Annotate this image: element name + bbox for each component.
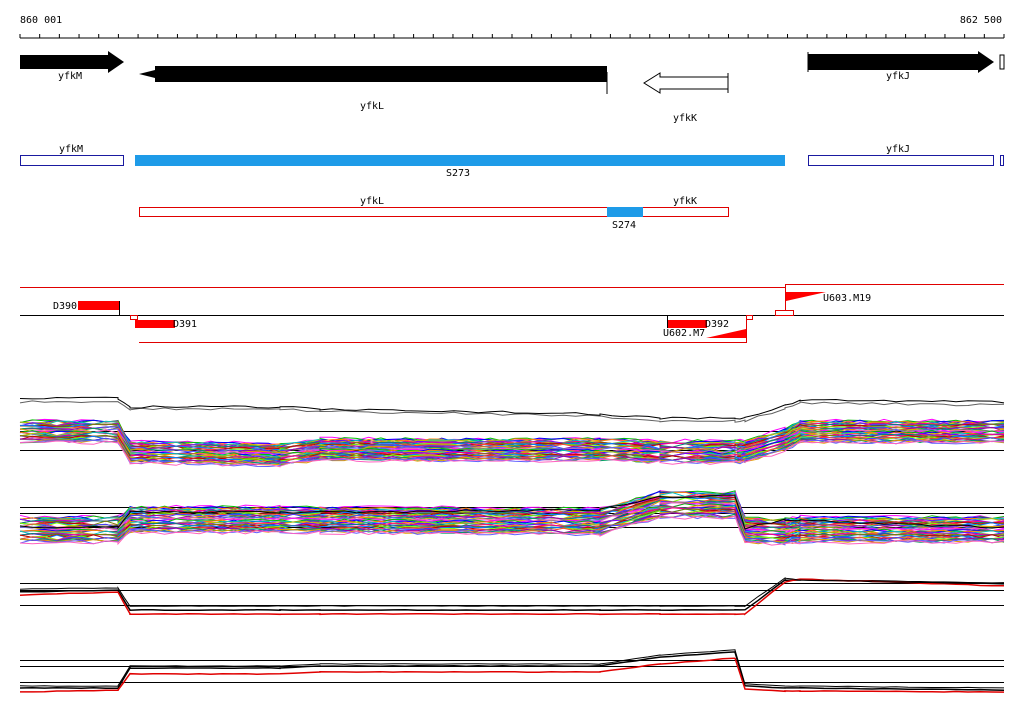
annotation-row-1[interactable]: yfkM S273 yfkJ [20, 144, 1004, 179]
gene-label-yfkK: yfkK [673, 113, 697, 124]
feature-D392-notch [746, 315, 753, 320]
feature-D391-notch [130, 315, 138, 320]
annotation-box-yfkJ[interactable] [808, 155, 994, 166]
flag-U603.M19[interactable] [786, 292, 826, 301]
flag-U602.M7[interactable] [706, 329, 746, 338]
feature-D392[interactable] [668, 320, 707, 328]
ruler-end-label: 862 500 [960, 15, 1002, 26]
feature-track[interactable]: D390 D391 D392 U602.M7 U603.M19 [20, 284, 1004, 343]
feature-label-D391: D391 [173, 319, 197, 330]
annotation-label-yfkJ: yfkJ [886, 144, 910, 155]
feature-D390[interactable] [78, 301, 119, 310]
expression-panel-4 [19, 649, 1005, 693]
annotation-row-2[interactable]: yfkL yfkK S274 [139, 196, 729, 231]
annotation-label-yfkM: yfkM [59, 144, 83, 155]
feature-D391[interactable] [135, 320, 175, 328]
coordinate-ruler: 860 001 862 500 [19, 15, 1005, 39]
gene-arrow-yfkM[interactable] [20, 51, 124, 73]
gene-track[interactable]: yfkM yfkL yfkK yfkJ [20, 51, 1005, 124]
feature-label-U602.M7: U602.M7 [663, 328, 705, 339]
expression-trace-highlight [19, 578, 1004, 616]
genome-browser-view: 860 001 862 500 yfkM yfkL yfkK yfkJ yfkM… [19, 15, 1005, 693]
gene-arrow-yfkK[interactable] [643, 72, 729, 94]
gene-label-yfkL: yfkL [360, 101, 384, 112]
expression-trace-highlight [20, 657, 1005, 693]
gene-label-yfkM: yfkM [58, 71, 82, 82]
annotation-label-yfkL: yfkL [360, 196, 384, 207]
ruler-ticks [19, 34, 1005, 38]
annotation-box-yfkM[interactable] [20, 155, 124, 166]
segment-label-S274: S274 [612, 220, 636, 231]
feature-label-D392: D392 [705, 319, 729, 330]
expression-trace-highlight [19, 400, 1005, 423]
expression-panel-2 [19, 489, 1005, 546]
segment-S274[interactable] [607, 207, 643, 217]
expression-trace-highlight [19, 577, 1005, 608]
gene-arrow-yfkJ[interactable] [808, 51, 994, 73]
expression-panel-1 [19, 396, 1005, 468]
segment-S273[interactable] [135, 155, 785, 166]
gene-fragment-edge[interactable] [999, 54, 1005, 70]
gene-arrow-yfkL[interactable] [139, 66, 607, 82]
flag-U603.M19-base [775, 310, 794, 316]
gene-label-yfkJ: yfkJ [886, 71, 910, 82]
segment-label-S273: S273 [446, 168, 470, 179]
annotation-label-yfkK: yfkK [673, 196, 697, 207]
feature-label-U603.M19: U603.M19 [823, 293, 871, 304]
expression-panel-3 [19, 577, 1005, 616]
annotation-box-edge[interactable] [1000, 155, 1004, 166]
feature-label-D390: D390 [53, 301, 77, 312]
ruler-start-label: 860 001 [20, 15, 62, 26]
